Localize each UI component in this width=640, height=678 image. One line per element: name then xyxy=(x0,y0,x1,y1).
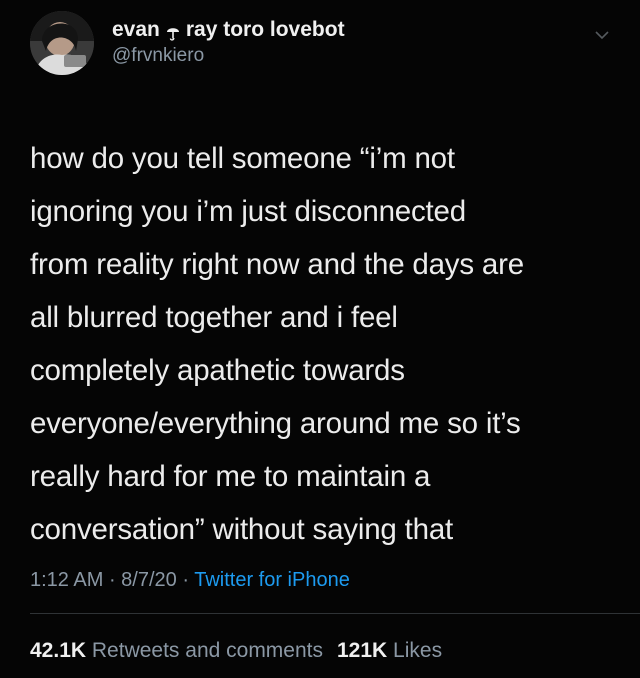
display-name-left: evan xyxy=(112,18,160,41)
tweet-card: evan ray toro lovebot @frvnkiero how do … xyxy=(0,0,640,678)
umbrella-icon xyxy=(166,22,180,41)
author-handle[interactable]: @frvnkiero xyxy=(112,43,345,69)
display-name-right: ray toro lovebot xyxy=(185,18,345,41)
tweet-text-line: from reality right now and the days are xyxy=(30,248,524,281)
tweet-text-line: all blurred together and i feel xyxy=(30,301,398,334)
chevron-down-icon[interactable] xyxy=(594,28,610,40)
likes-count: 121K xyxy=(337,639,388,662)
divider xyxy=(30,613,640,614)
tweet-text-line: conversation” without saying that xyxy=(30,513,454,546)
tweet-date[interactable]: 8/7/20 xyxy=(121,569,177,591)
tweet-header: evan ray toro lovebot @frvnkiero xyxy=(30,11,345,75)
likes-label: Likes xyxy=(393,639,443,662)
meta-separator: · xyxy=(103,569,122,591)
tweet-text-line: ignoring you i’m just disconnected xyxy=(30,195,466,228)
display-name[interactable]: evan ray toro lovebot xyxy=(112,17,345,43)
avatar[interactable] xyxy=(30,11,94,75)
likes-stat[interactable]: 121K Likes xyxy=(337,639,442,662)
tweet-stats: 42.1K Retweets and comments 121K Likes xyxy=(30,637,442,665)
avatar-image xyxy=(30,11,94,75)
tweet-text-line: how do you tell someone “i’m not xyxy=(30,142,455,175)
meta-separator: · xyxy=(176,569,195,591)
tweet-text-line: everyone/everything around me so it’s xyxy=(30,407,521,440)
retweets-stat[interactable]: 42.1K Retweets and comments xyxy=(30,639,323,662)
tweet-source-link[interactable]: Twitter for iPhone xyxy=(194,569,350,591)
tweet-meta: 1:12 AM · 8/7/20 · Twitter for iPhone xyxy=(30,566,350,594)
tweet-text-line: really hard for me to maintain a xyxy=(30,460,431,493)
retweets-count: 42.1K xyxy=(30,639,87,662)
tweet-text-line: completely apathetic towards xyxy=(30,354,405,387)
retweets-label: Retweets and comments xyxy=(91,639,323,662)
tweet-text: how do you tell someone “i’m not ignorin… xyxy=(30,132,620,556)
author-names: evan ray toro lovebot @frvnkiero xyxy=(112,17,345,69)
tweet-time[interactable]: 1:12 AM xyxy=(30,569,103,591)
